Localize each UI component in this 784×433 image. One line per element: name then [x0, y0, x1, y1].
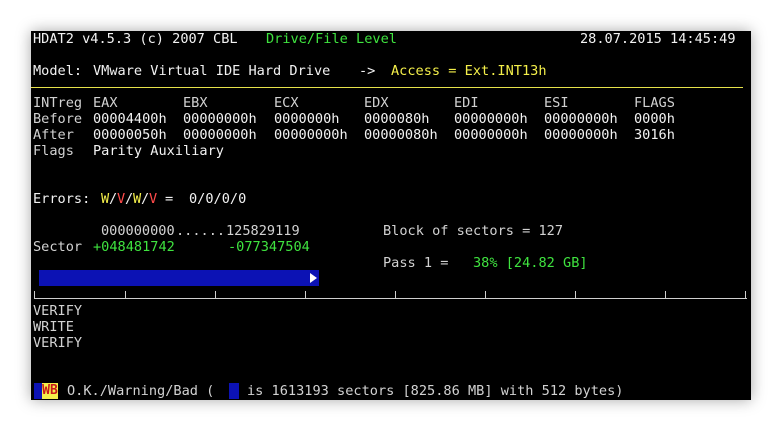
scale-tick — [125, 291, 126, 299]
reg-header-eax: EAX — [93, 95, 118, 111]
legend-text: O.K./Warning/Bad ( — [67, 383, 215, 399]
reg-after-label: After — [33, 127, 74, 143]
pass-percent: 38% [24.82 GB] — [473, 255, 588, 271]
errors-slash2: / — [125, 191, 134, 207]
mode-label: Drive/File Level — [266, 31, 397, 47]
errors-v1: V — [117, 191, 126, 207]
model-arrow: -> — [359, 63, 376, 79]
model-name: VMware Virtual IDE Hard Drive — [93, 63, 331, 79]
log-line: VERIFY — [33, 303, 83, 319]
reg-header-esi: ESI — [544, 95, 569, 111]
app-title: HDAT2 v4.5.3 (c) 2007 CBL — [33, 31, 238, 47]
reg-after-edx: 00000080h — [364, 127, 438, 143]
reg-header-flags: FLAGS — [634, 95, 675, 111]
errors-values: 0/0/0/0 — [189, 191, 247, 207]
reg-after-eax: 00000050h — [93, 127, 167, 143]
legend-ok-block — [34, 383, 42, 399]
reg-after-edi: 00000000h — [454, 127, 528, 143]
progress-scale — [31, 290, 747, 299]
reg-after-flags: 3016h — [634, 127, 675, 143]
reg-header-ebx: EBX — [183, 95, 208, 111]
reg-before-eax: 00004400h — [93, 111, 167, 127]
reg-after-esi: 00000000h — [544, 127, 618, 143]
datetime: 28.07.2015 14:45:49 — [580, 31, 736, 47]
reg-header-ecx: ECX — [274, 95, 299, 111]
errors-eq: = — [165, 191, 174, 207]
block-of-sectors: Block of sectors = 127 — [383, 223, 564, 239]
range-start: 000000000 — [101, 223, 175, 239]
errors-v2: V — [149, 191, 158, 207]
sector-position: +048481742 — [93, 239, 175, 255]
reg-after-ebx: 00000000h — [183, 127, 257, 143]
errors-w2: W — [133, 191, 142, 207]
errors-slash1: / — [109, 191, 118, 207]
errors-label: Errors: — [33, 191, 91, 207]
reg-before-ecx: 0000000h — [274, 111, 340, 127]
separator-line — [31, 87, 743, 88]
sector-label: Sector — [33, 239, 83, 255]
reg-before-label: Before — [33, 111, 83, 127]
reg-header-intreg: INTreg — [33, 95, 83, 111]
log-line: WRITE — [33, 319, 74, 335]
scale-tick — [665, 291, 666, 299]
scale-tick — [485, 291, 486, 299]
scale-tick — [575, 291, 576, 299]
legend-block-sample — [229, 383, 239, 399]
hdat2-screen: HDAT2 v4.5.3 (c) 2007 CBL Drive/File Lev… — [31, 31, 751, 400]
reg-flags-label: Flags — [33, 143, 74, 159]
model-label: Model: — [33, 63, 83, 79]
errors-w1: W — [101, 191, 110, 207]
progress-arrow-icon — [310, 273, 317, 283]
sector-remaining: -077347504 — [228, 239, 310, 255]
reg-before-flags: 0000h — [634, 111, 675, 127]
legend-sector-info: is 1613193 sectors [825.86 MB] with 512 … — [247, 383, 624, 399]
reg-before-edx: 0000080h — [364, 111, 430, 127]
range-end: 125829119 — [226, 223, 300, 239]
scale-tick — [215, 291, 216, 299]
reg-header-edi: EDI — [454, 95, 479, 111]
range-dots: ...... — [176, 223, 226, 239]
reg-flags-value: Parity Auxiliary — [93, 143, 224, 159]
progress-fill — [39, 270, 319, 286]
scale-tick — [34, 291, 35, 299]
legend-warning-badge: WB — [42, 383, 58, 399]
scale-tick — [395, 291, 396, 299]
scale-tick — [745, 291, 746, 299]
reg-before-edi: 00000000h — [454, 111, 528, 127]
errors-slash3: / — [141, 191, 150, 207]
reg-before-esi: 00000000h — [544, 111, 618, 127]
reg-after-ecx: 00000000h — [274, 127, 348, 143]
scale-tick — [305, 291, 306, 299]
scale-line — [34, 298, 747, 299]
log-line: VERIFY — [33, 335, 83, 351]
reg-before-ebx: 00000000h — [183, 111, 257, 127]
progress-bar — [39, 270, 319, 286]
access-mode: Access = Ext.INT13h — [391, 63, 547, 79]
pass-label: Pass 1 = — [383, 255, 449, 271]
reg-header-edx: EDX — [364, 95, 389, 111]
